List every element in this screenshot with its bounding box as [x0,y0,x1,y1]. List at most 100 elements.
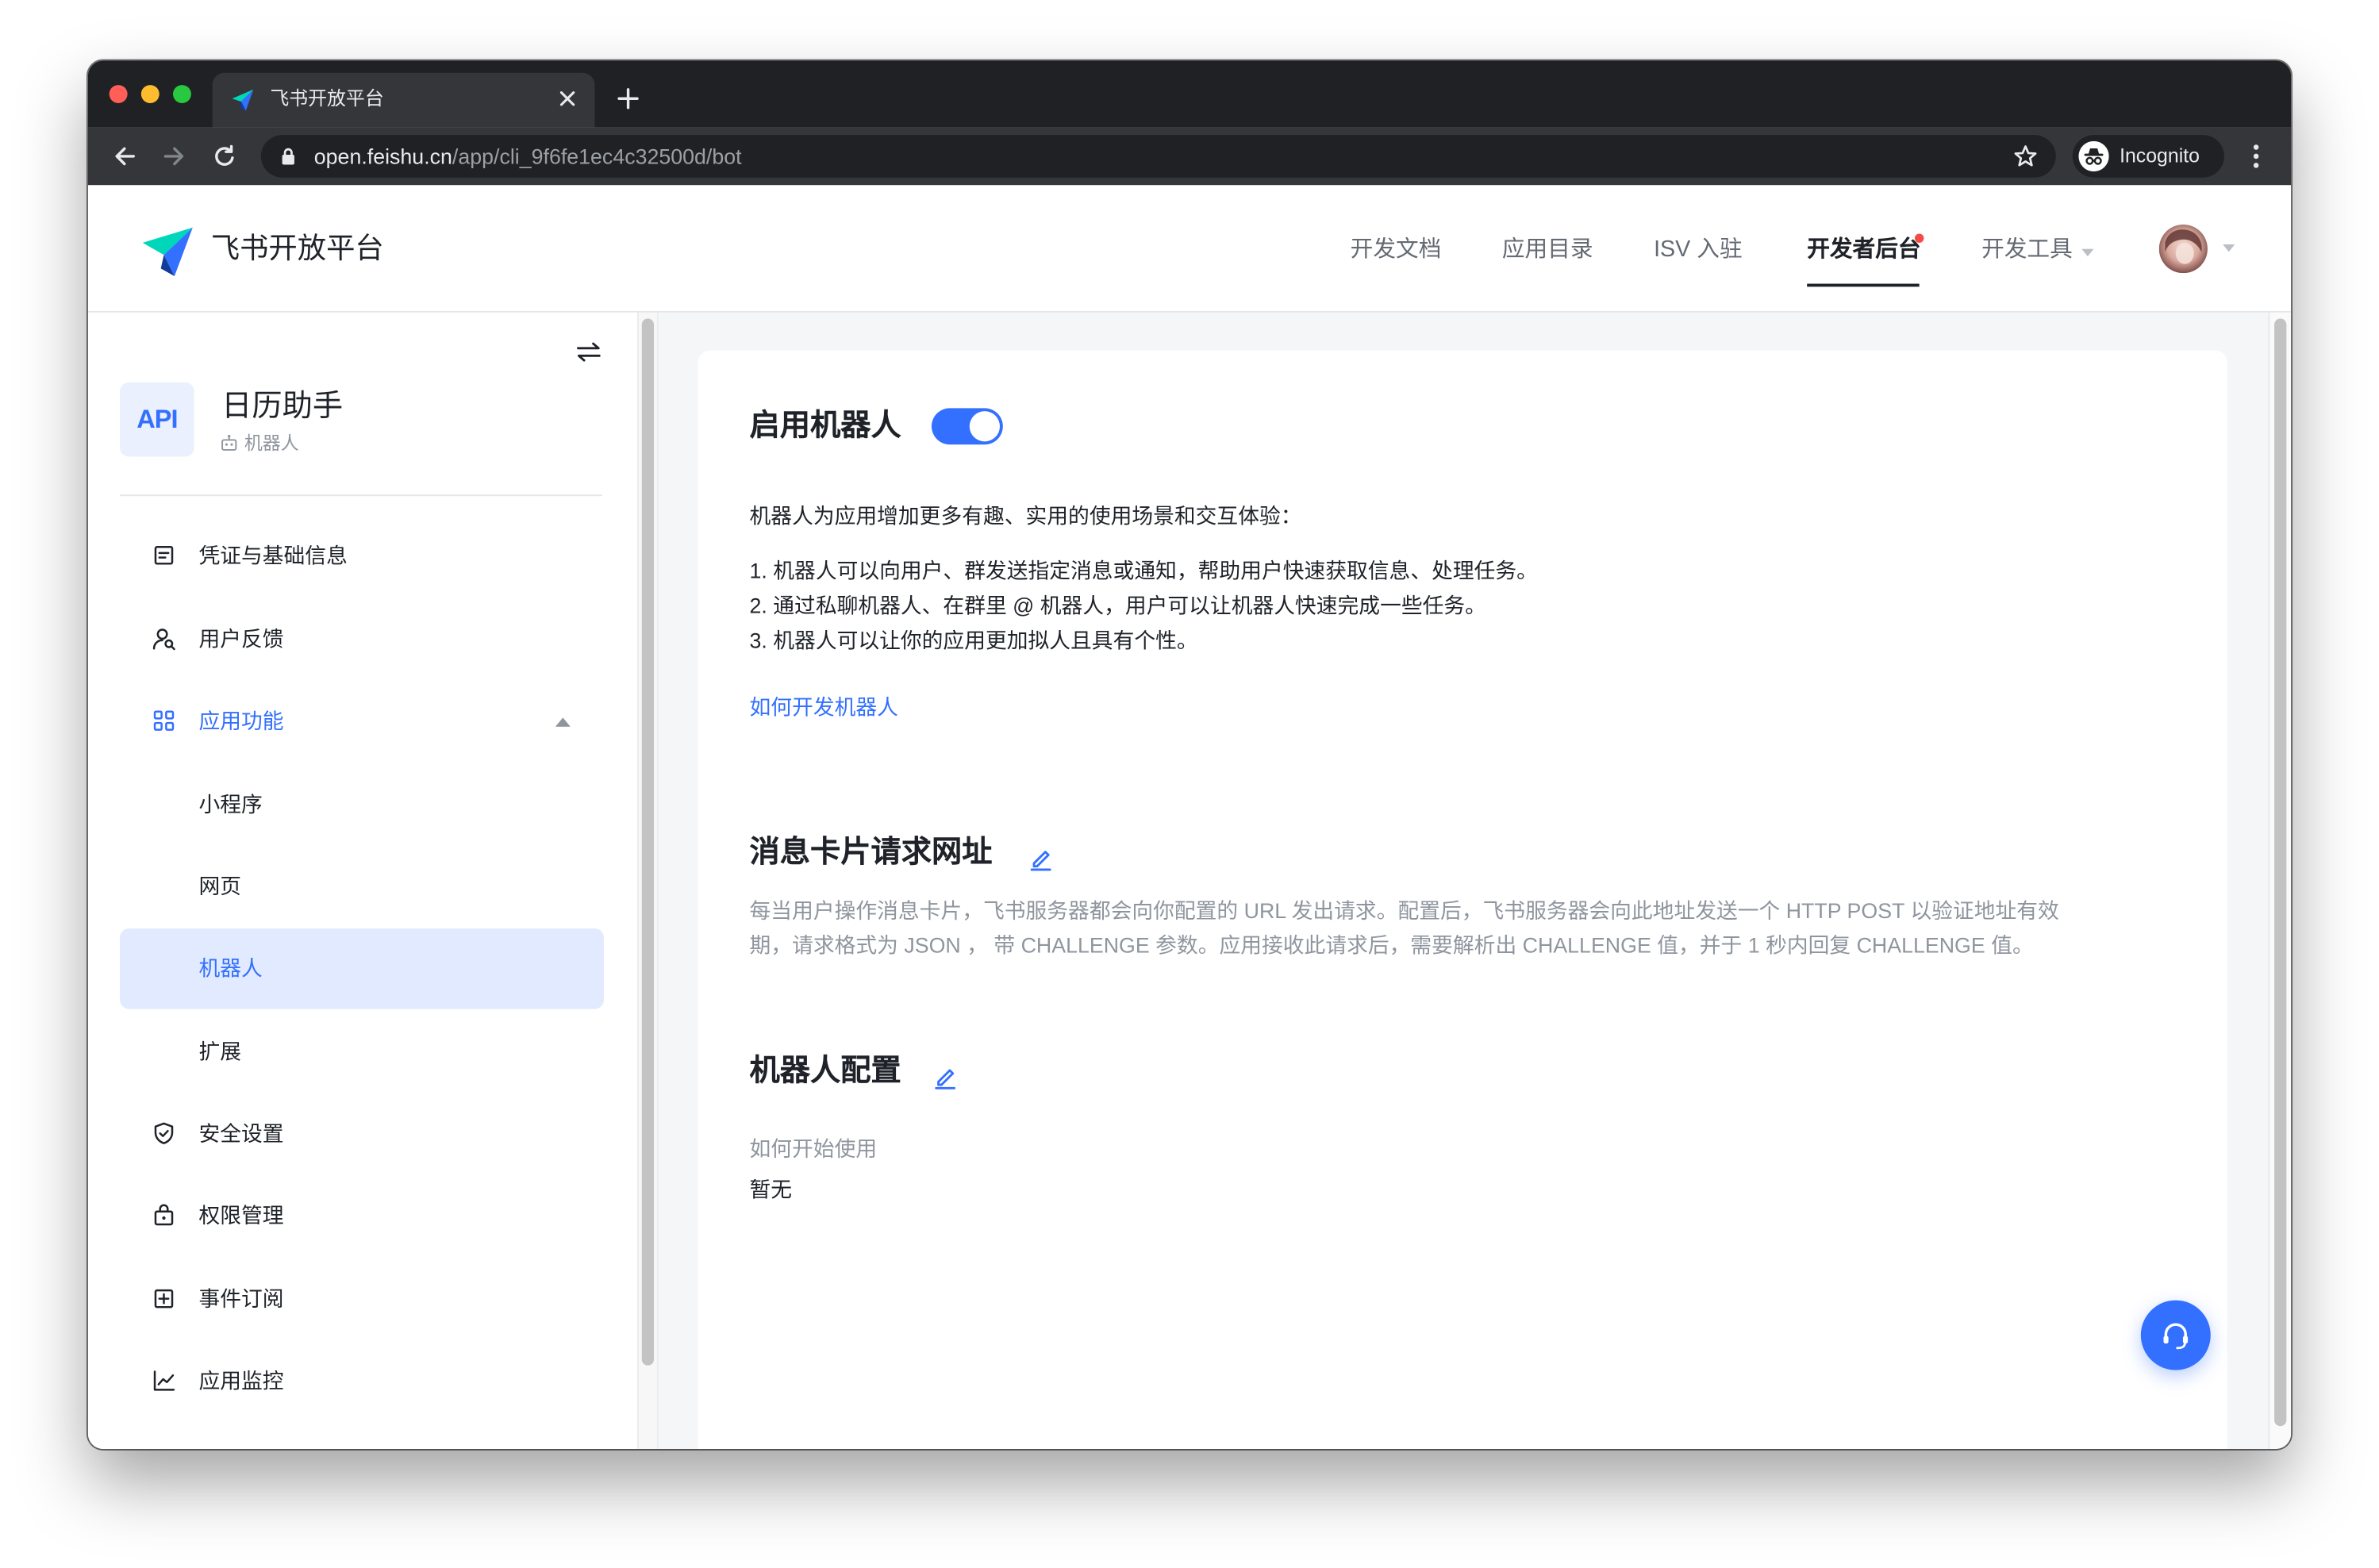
sidebar-item-web[interactable]: 网页 [120,846,604,926]
list-item: 2. 通过私聊机器人、在群里 @ 机器人，用户可以让机器人快速完成一些任务。 [749,593,1486,618]
page-scrollbar-thumb[interactable] [2274,318,2287,1427]
feishu-logo-icon[interactable] [140,221,198,279]
nav-developer-console[interactable]: 开发者后台 [1807,231,1920,271]
description-line: 每当用户操作消息卡片，飞书服务器都会向你配置的 URL 发出请求。配置后，飞书服… [749,897,2059,923]
toolbar: open.feishu.cn/app/cli_9f6fe1ec4c32500d/… [87,127,2292,186]
help-button[interactable] [2140,1300,2211,1370]
sidebar-item-user-feedback[interactable]: 用户反馈 [120,598,604,678]
grid-icon [153,710,175,731]
app-name: 日历助手 [221,390,344,424]
sidebar-item-label: 用户反馈 [198,625,284,651]
window-minimize-button[interactable] [140,85,159,104]
reload-icon[interactable] [213,144,237,169]
avatar[interactable] [2158,224,2208,274]
new-tab-icon[interactable] [617,88,639,110]
sidebar-item-security[interactable]: 安全设置 [120,1093,604,1174]
bot-feature-list: 1. 机器人可以向用户、群发送指定消息或通知，帮助用户快速获取信息、处理任务。 … [750,554,1538,659]
app-type: 机器人 [244,432,299,454]
headset-icon [2163,1323,2189,1350]
nav-dev-tools[interactable]: 开发工具 [1981,231,2073,271]
incognito-icon [2078,140,2109,172]
plus-square-icon [154,1289,174,1309]
sidebar-item-credentials[interactable]: 凭证与基础信息 [120,515,604,595]
toggle-knob [969,411,1001,442]
tab-strip: 飞书开放平台 [87,60,2292,128]
usage-value: 暂无 [749,1177,793,1202]
sidebar-item-label: 安全设置 [198,1120,284,1145]
lock-icon[interactable] [281,147,296,165]
screen: 飞书开放平台 open.feishu.cn/app/cli_9f6fe1ec4c… [0,0,2379,1568]
enable-bot-title: 启用机器人 [749,409,901,444]
enable-bot-toggle[interactable] [931,408,1003,445]
feishu-favicon-icon [232,89,254,111]
browser-window: 飞书开放平台 open.feishu.cn/app/cli_9f6fe1ec4c… [87,60,2292,1449]
page: 飞书开放平台 开发文档 应用目录 ISV 入驻 开发者后台 开发工具 API 日… [87,185,2292,1449]
bot-settings-card: 启用机器人 机器人为应用增加更多有趣、实用的使用场景和交互体验： 1. 机器人可… [698,350,2227,1449]
sidebar-item-label: 小程序 [198,791,263,816]
sidebar-item-monitoring[interactable]: 应用监控 [120,1340,604,1420]
tab-close-icon[interactable] [559,91,575,106]
bot-intro: 机器人为应用增加更多有趣、实用的使用场景和交互体验： [749,503,1302,528]
back-icon[interactable] [112,144,136,169]
sidebar-item-label: 应用功能 [198,707,284,732]
bookmark-star-icon[interactable] [2013,144,2038,169]
tab-title: 飞书开放平台 [270,87,384,110]
app-icon: API [120,382,194,457]
page-scrollbar[interactable] [2268,312,2292,1449]
sidebar-item-label: 权限管理 [198,1202,284,1227]
nav-isv[interactable]: ISV 入驻 [1654,231,1743,271]
site-header: 飞书开放平台 开发文档 应用目录 ISV 入驻 开发者后台 开发工具 [87,185,2292,313]
card-url-description: 每当用户操作消息卡片，飞书服务器都会向你配置的 URL 发出请求。配置后，飞书服… [750,894,2059,963]
sidebar-item-permissions[interactable]: 权限管理 [120,1175,604,1255]
address-bar[interactable]: open.feishu.cn/app/cli_9f6fe1ec4c32500d/… [260,135,2056,178]
card-url-title: 消息卡片请求网址 [749,836,993,870]
main-content: 启用机器人 机器人为应用增加更多有趣、实用的使用场景和交互体验： 1. 机器人可… [658,312,2269,1449]
notification-dot [1914,233,1924,243]
sidebar-item-label: 事件订阅 [198,1286,284,1311]
edit-icon[interactable] [933,1065,958,1090]
chevron-down-icon[interactable] [2081,248,2094,257]
lock-icon [154,1204,174,1226]
sidebar-item-label: 网页 [198,873,242,897]
chevron-up-icon[interactable] [555,717,571,726]
brand-name[interactable]: 飞书开放平台 [211,231,384,271]
sidebar-item-app-features[interactable]: 应用功能 [120,681,604,761]
url-text[interactable]: open.feishu.cn/app/cli_9f6fe1ec4c32500d/… [314,135,742,178]
collapse-sidebar-icon[interactable] [575,341,602,363]
avatar-chevron-down-icon[interactable] [2223,244,2235,252]
sidebar-item-label: 凭证与基础信息 [198,542,348,567]
user-feedback-icon [152,628,175,651]
nav-active-indicator [1807,283,1920,287]
sidebar-item-mini-program[interactable]: 小程序 [120,764,604,844]
how-to-develop-bot-link[interactable]: 如何开发机器人 [750,689,898,725]
bot-config-title: 机器人配置 [749,1054,901,1088]
incognito-badge[interactable]: Incognito [2072,135,2224,178]
browser-menu-icon[interactable] [2253,141,2259,171]
sidebar-item-label: 应用监控 [198,1367,284,1393]
document-icon [154,546,174,565]
sidebar-item-event-subscription[interactable]: 事件订阅 [120,1259,604,1339]
window-zoom-button[interactable] [172,85,191,104]
url-host: open.feishu.cn [313,144,452,169]
window-close-button[interactable] [109,85,128,104]
forward-icon[interactable] [163,144,187,169]
sidebar-scrollbar[interactable] [637,312,659,1449]
edit-icon[interactable] [1028,847,1053,871]
nav-docs[interactable]: 开发文档 [1351,231,1442,271]
nav-app-directory[interactable]: 应用目录 [1502,231,1593,271]
sidebar-item-bot[interactable]: 机器人 [120,928,604,1009]
shield-icon [154,1122,174,1144]
robot-icon [221,434,237,451]
url-path: /app/cli_9f6fe1ec4c32500d/bot [452,144,742,169]
sidebar-scrollbar-thumb[interactable] [641,318,655,1366]
sidebar-item-label: 扩展 [198,1038,242,1063]
browser-tab[interactable]: 飞书开放平台 [212,72,595,128]
list-item: 1. 机器人可以向用户、群发送指定消息或通知，帮助用户快速获取信息、处理任务。 [749,558,1538,583]
usage-label: 如何开始使用 [749,1136,878,1161]
sidebar-item-extension[interactable]: 扩展 [120,1011,604,1091]
incognito-label: Incognito [2120,144,2200,167]
line-chart-icon [153,1370,175,1391]
list-item: 3. 机器人可以让你的应用更加拟人且具有个性。 [749,628,1198,653]
divider [120,494,603,497]
sidebar: API 日历助手 机器人 凭证与基础信息 用户反馈 应用功能 小程序 网页 机器… [87,312,638,1449]
